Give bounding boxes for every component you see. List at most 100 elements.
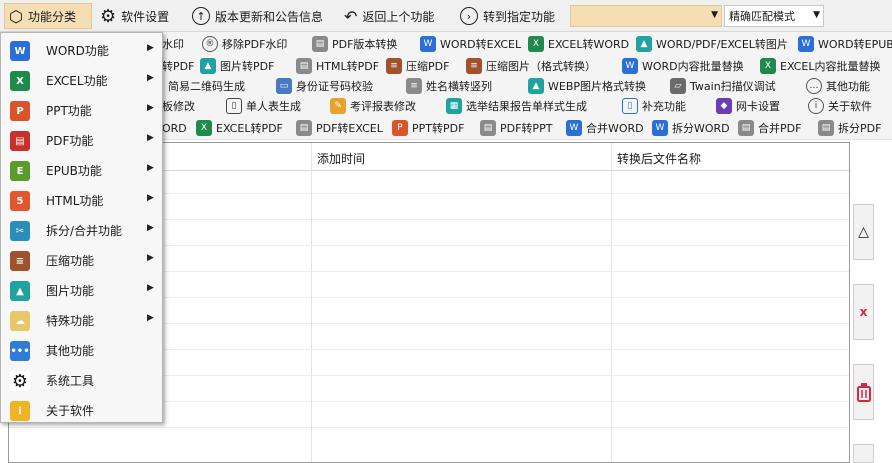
tool-webp-convert[interactable]: ▲ WEBP图片格式转换 <box>528 76 646 96</box>
word-icon: W <box>798 36 814 52</box>
back-button[interactable]: ↶ 返回上个功能 <box>340 3 438 29</box>
tool-label: 单人表生成 <box>246 100 301 113</box>
excel-icon: X <box>760 58 776 74</box>
tool-split-pdf[interactable]: ▤ 拆分PDF <box>818 118 881 138</box>
scroll-button[interactable] <box>853 444 874 463</box>
tool-label: WORD转EXCEL <box>440 38 522 51</box>
tool-merge-pdf[interactable]: ▤ 合并PDF <box>738 118 801 138</box>
menu-item[interactable]: i 关于软件 <box>2 395 161 425</box>
tool-label: 拆分PDF <box>838 122 882 135</box>
menu-item[interactable]: X EXCEL功能 ▶ <box>2 65 161 95</box>
tool-label: EXCEL转WORD <box>548 38 630 51</box>
tool-other[interactable]: … 其他功能 <box>806 76 870 96</box>
menu-item[interactable]: E EPUB功能 ▶ <box>2 155 161 185</box>
tool-image-to-pdf[interactable]: ▲ 图片转PDF <box>200 56 274 76</box>
tool-nic-settings[interactable]: ◆ 网卡设置 <box>716 96 780 116</box>
tool-html-to-pdf[interactable]: ▤ HTML转PDF <box>296 56 379 76</box>
update-label: 版本更新和公告信息 <box>215 9 324 24</box>
tool-remove-pdf-watermark[interactable]: ® 移除PDF水印 <box>202 34 287 54</box>
category-menu-button[interactable]: ⬡ 功能分类 <box>4 3 92 29</box>
goto-button[interactable]: › 转到指定功能 <box>456 3 559 29</box>
tool-twain[interactable]: ▱ Twain扫描仪调试 <box>670 76 776 96</box>
gear-icon: ⚙ <box>100 5 117 27</box>
tool-pdf-to-ppt[interactable]: ▤ PDF转PPT <box>480 118 552 138</box>
pdf-icon: ▤ <box>10 131 30 151</box>
tool-word-to-epub[interactable]: W WORD转EPUB <box>798 34 892 54</box>
tool-word-to-excel[interactable]: W WORD转EXCEL <box>420 34 521 54</box>
tool-about[interactable]: i 关于软件 <box>808 96 872 116</box>
tool-label: 板修改 <box>162 100 195 113</box>
tool-qrcode[interactable]: 简易二维码生成 <box>168 76 245 96</box>
tool-supplement[interactable]: ▯ 补充功能 <box>622 96 686 116</box>
clear-list-button[interactable] <box>853 364 874 420</box>
menu-item-label: 其他功能 <box>46 344 95 358</box>
close-icon: x <box>859 305 868 319</box>
menu-item[interactable]: ≡ 压缩功能 ▶ <box>2 245 161 275</box>
text-icon: ≡ <box>406 78 422 94</box>
info-icon: i <box>808 98 824 114</box>
tool-excel-batch-replace[interactable]: X EXCEL内容批量替换 <box>760 56 880 76</box>
menu-item[interactable]: ☁ 特殊功能 ▶ <box>2 305 161 335</box>
image-icon: ▲ <box>200 58 216 74</box>
pdf-icon: ▤ <box>818 120 834 136</box>
menu-item-label: 拆分/合并功能 <box>46 224 123 238</box>
menu-item[interactable]: ⚙ 系统工具 <box>2 365 161 395</box>
tool-template-edit[interactable]: 板修改 <box>162 96 195 116</box>
menu-item-label: 压缩功能 <box>46 254 95 268</box>
tool-label: WEBP图片格式转换 <box>548 80 647 93</box>
tool-single-table[interactable]: ▯ 单人表生成 <box>226 96 301 116</box>
image-icon: ▲ <box>636 36 652 52</box>
tool-label: WORD转EPUB <box>818 38 892 51</box>
tool-pdf-version[interactable]: ▤ PDF版本转换 <box>312 34 397 54</box>
tool-word-batch-replace[interactable]: W WORD内容批量替换 <box>622 56 744 76</box>
submenu-arrow-icon: ▶ <box>147 193 154 203</box>
tool-merge-word[interactable]: W 合并WORD <box>566 118 644 138</box>
tool-to-image[interactable]: ▲ WORD/PDF/EXCEL转图片 <box>636 34 788 54</box>
remove-item-button[interactable]: x <box>853 284 874 340</box>
tool-pdf-to-excel[interactable]: ▤ PDF转EXCEL <box>296 118 383 138</box>
move-up-button[interactable]: △ <box>853 204 874 260</box>
tool-excel-to-word[interactable]: X EXCEL转WORD <box>528 34 629 54</box>
tool-label: EXCEL内容批量替换 <box>780 60 881 73</box>
menu-item-label: 特殊功能 <box>46 314 95 328</box>
tool-label: WORD/PDF/EXCEL转图片 <box>656 38 788 51</box>
tool-excel-to-pdf[interactable]: X EXCEL转PDF <box>196 118 283 138</box>
update-button[interactable]: ↑ 版本更新和公告信息 <box>188 3 327 29</box>
tool-election-report[interactable]: ▦ 选举结果报告单样式生成 <box>446 96 587 116</box>
submenu-arrow-icon: ▶ <box>147 283 154 293</box>
match-mode-select[interactable]: 精确匹配模式 ▼ <box>724 5 824 27</box>
tool-report-edit[interactable]: ✎ 考评报表修改 <box>330 96 416 116</box>
tool-label: 图片转PDF <box>220 60 275 73</box>
menu-item[interactable]: ✂ 拆分/合并功能 ▶ <box>2 215 161 245</box>
tool-id-check[interactable]: ▭ 身份证号码校验 <box>276 76 373 96</box>
word-icon: W <box>622 58 638 74</box>
menu-item[interactable]: ▤ PDF功能 ▶ <box>2 125 161 155</box>
menu-item[interactable]: W WORD功能 ▶ <box>2 35 161 65</box>
network-icon: ◆ <box>716 98 732 114</box>
tool-name-vertical[interactable]: ≡ 姓名横转竖列 <box>406 76 492 96</box>
word-icon: W <box>566 120 582 136</box>
word-icon: W <box>652 120 668 136</box>
menu-item[interactable]: ▲ 图片功能 ▶ <box>2 275 161 305</box>
image-icon: ▲ <box>528 78 544 94</box>
menu-item[interactable]: ••• 其他功能 <box>2 335 161 365</box>
dropdown-arrow-icon: ▼ <box>711 10 718 20</box>
ppt-icon: P <box>392 120 408 136</box>
tool-label: PDF转PPT <box>500 122 553 135</box>
undo-icon: ↶ <box>344 6 358 26</box>
settings-label: 软件设置 <box>121 9 170 24</box>
goto-function-combo[interactable]: ▼ <box>570 5 722 27</box>
tool-ppt-to-pdf[interactable]: P PPT转PDF <box>392 118 464 138</box>
settings-button[interactable]: ⚙ 软件设置 <box>96 3 173 29</box>
tool-split-word[interactable]: W 拆分WORD <box>652 118 730 138</box>
tool-compress-image[interactable]: ≡ 压缩图片（格式转换） <box>466 56 596 76</box>
tool-compress-pdf[interactable]: ≡ 压缩PDF <box>386 56 449 76</box>
tool-watermark[interactable]: 水印 <box>162 34 184 54</box>
tool-to-pdf[interactable]: 转PDF <box>162 56 194 76</box>
menu-item[interactable]: 5 HTML功能 ▶ <box>2 185 161 215</box>
tool-label: 合并WORD <box>586 122 644 135</box>
tool-to-word[interactable]: ORD <box>162 118 187 138</box>
submenu-arrow-icon: ▶ <box>147 163 154 173</box>
tool-label: 压缩图片（格式转换） <box>486 60 596 73</box>
menu-item[interactable]: P PPT功能 ▶ <box>2 95 161 125</box>
